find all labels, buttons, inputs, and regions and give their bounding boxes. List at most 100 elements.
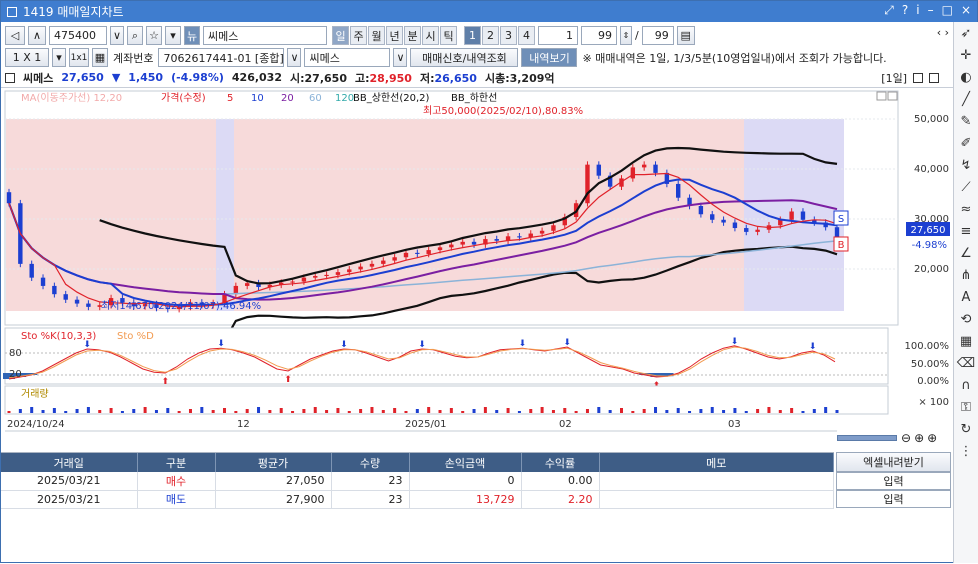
- channel-tool-icon[interactable]: ≈: [956, 200, 976, 220]
- num-tabs: 1 2 3 4: [464, 26, 535, 45]
- close-button[interactable]: ×: [961, 3, 971, 18]
- panel-min-icon[interactable]: [913, 72, 923, 83]
- code-dropdown-icon[interactable]: ∨: [110, 26, 124, 45]
- tab-period-hour[interactable]: 시: [422, 26, 439, 45]
- magnet-tool-icon[interactable]: ∩: [956, 376, 976, 396]
- grid-tool-icon[interactable]: ▦: [956, 332, 976, 352]
- maximize-button[interactable]: □: [942, 3, 953, 18]
- volume-bar: [18, 409, 22, 413]
- refresh-tool-icon[interactable]: ↻: [956, 420, 976, 440]
- panel-close-icon[interactable]: [929, 72, 939, 83]
- sto-right-100: 100.00%: [905, 341, 950, 352]
- brush-tool-icon[interactable]: ✐: [956, 134, 976, 154]
- interval-input[interactable]: 1: [538, 26, 578, 45]
- tab-period-minute[interactable]: 분: [404, 26, 421, 45]
- col-trade-date[interactable]: 거래일: [1, 453, 138, 472]
- up-arrow-icon[interactable]: ∧: [28, 26, 46, 45]
- layout-dropdown-icon[interactable]: ▾: [52, 48, 66, 67]
- view-history-button[interactable]: 내역보기: [521, 48, 578, 67]
- volume-bar: [188, 409, 192, 413]
- price-panel-close-icon[interactable]: [887, 91, 898, 101]
- excel-download-button[interactable]: 엑셀내려받기: [836, 452, 951, 472]
- text-tool-icon[interactable]: A: [956, 288, 976, 308]
- chart-settings-icon[interactable]: ▤: [676, 26, 695, 45]
- lock-tool-icon[interactable]: ⚿: [956, 398, 976, 418]
- pen-tool-icon[interactable]: ✎: [956, 112, 976, 132]
- col-return[interactable]: 수익률: [521, 453, 600, 472]
- layout-1x1-button[interactable]: 1 X 1: [5, 48, 49, 67]
- volume-bar: [223, 408, 227, 413]
- cell-memo[interactable]: [599, 490, 834, 509]
- account-field[interactable]: 7062617441-01 [종합]: [158, 48, 285, 67]
- candle-body: [596, 164, 602, 176]
- tab-period-day[interactable]: 일: [332, 26, 349, 45]
- volume-bar: [597, 407, 601, 413]
- eraser-tool-icon[interactable]: ⌫: [956, 354, 976, 374]
- col-avg-price[interactable]: 평균가: [215, 453, 332, 472]
- fib-tool-icon[interactable]: ≡: [956, 222, 976, 242]
- volume-bar: [608, 410, 612, 413]
- cell-memo[interactable]: [599, 472, 834, 491]
- date-tick-5: 03: [728, 419, 741, 430]
- col-type[interactable]: 구분: [137, 453, 216, 472]
- count-spinner-icon[interactable]: ⇕: [620, 26, 632, 45]
- volume-bar: [7, 411, 11, 413]
- legend-ma20: 20: [281, 93, 294, 104]
- half-circle-tool-icon[interactable]: ◐: [956, 68, 976, 88]
- col-memo[interactable]: 메모: [599, 453, 834, 472]
- line-tool-icon[interactable]: ╱: [956, 90, 976, 110]
- checkbox-icon[interactable]: [5, 72, 15, 83]
- zigzag-tool-icon[interactable]: ↯: [956, 156, 976, 176]
- legend-ma60: 60: [309, 93, 322, 104]
- help-icon[interactable]: ?: [902, 3, 908, 18]
- volume-bar: [143, 407, 147, 413]
- cycle-tool-icon[interactable]: ⟲: [956, 310, 976, 330]
- signal-history-button[interactable]: 매매신호/내역조회: [410, 48, 519, 67]
- favorite-star-icon[interactable]: ☆: [146, 26, 162, 45]
- fan-tool-icon[interactable]: ⋔: [956, 266, 976, 286]
- search-icon[interactable]: ⌕: [127, 26, 143, 45]
- list-dropdown-icon[interactable]: ▾: [165, 26, 181, 45]
- trend-tool-icon[interactable]: ⟋: [956, 178, 976, 198]
- col-pnl[interactable]: 손익금액: [409, 453, 522, 472]
- more-tool-icon[interactable]: ⋮: [956, 442, 976, 462]
- prev-icon[interactable]: ◁: [5, 26, 25, 45]
- pointer-tool-icon[interactable]: ➶: [956, 24, 976, 44]
- volume-bar: [30, 407, 34, 413]
- tab-period-year[interactable]: 년: [386, 26, 403, 45]
- stock-name-field[interactable]: 씨메스: [203, 26, 327, 45]
- total-count-input[interactable]: 99: [641, 26, 674, 45]
- tab-num-1[interactable]: 1: [464, 26, 481, 45]
- memo-input-button-2[interactable]: 입력: [836, 490, 951, 508]
- collapse-arrows-icon[interactable]: ‹ ›: [937, 26, 949, 39]
- tab-period-week[interactable]: 주: [350, 26, 367, 45]
- volume-bar: [506, 408, 510, 413]
- link-icon[interactable]: ⤢: [884, 3, 894, 18]
- tab-num-2[interactable]: 2: [482, 26, 499, 45]
- stock-select-dropdown-icon[interactable]: ∨: [393, 48, 408, 67]
- tab-num-3[interactable]: 3: [500, 26, 517, 45]
- account-dropdown-icon[interactable]: ∨: [287, 48, 302, 67]
- layout-grid-button[interactable]: 1x1: [69, 48, 89, 67]
- table-row[interactable]: 2025/03/21 매도 27,900 23 13,729 2.20: [1, 490, 834, 509]
- table-row[interactable]: 2025/03/21 매수 27,050 23 0 0.00: [1, 472, 834, 491]
- volume-bar: [824, 407, 828, 413]
- price-panel-min-icon[interactable]: [876, 91, 887, 101]
- stock-code-input[interactable]: 475400: [49, 26, 107, 45]
- crosshair-tool-icon[interactable]: ✛: [956, 46, 976, 66]
- tab-period-tick[interactable]: 틱: [440, 26, 457, 45]
- price-chart[interactable]: MA(이동주가선) 12,20 가격(수정) 5 10 20 60 120 BB…: [1, 89, 953, 459]
- stock-select[interactable]: 씨메스: [304, 48, 391, 67]
- info-icon[interactable]: i: [916, 3, 919, 18]
- count-input[interactable]: 99: [581, 26, 617, 45]
- volume-bar: [268, 410, 272, 413]
- memo-input-button-1[interactable]: 입력: [836, 472, 951, 490]
- blue-zone-2: [744, 119, 844, 311]
- gann-tool-icon[interactable]: ∠: [956, 244, 976, 264]
- minimize-button[interactable]: –: [928, 3, 934, 18]
- calendar-icon[interactable]: ▦: [92, 48, 108, 67]
- col-qty[interactable]: 수량: [331, 453, 410, 472]
- tab-num-4[interactable]: 4: [518, 26, 535, 45]
- tab-period-month[interactable]: 월: [368, 26, 385, 45]
- sto-right-50: 50.00%: [911, 359, 949, 370]
